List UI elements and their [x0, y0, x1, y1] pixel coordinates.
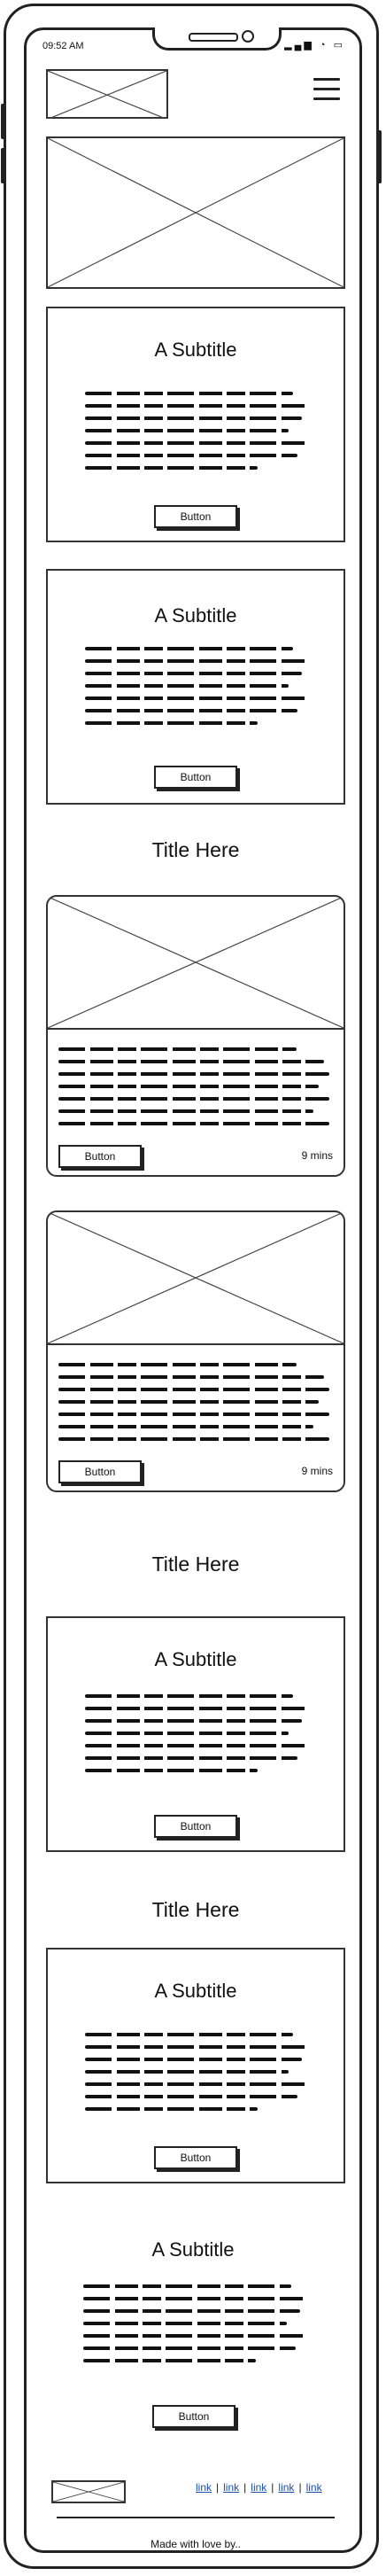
section-subtitle: A Subtitle	[151, 2238, 235, 2261]
speaker	[189, 33, 238, 42]
section-button[interactable]: Button	[152, 2405, 235, 2428]
footer-logo-placeholder[interactable]	[51, 2480, 126, 2503]
body-text	[85, 647, 306, 734]
section-title: Title Here	[151, 1553, 240, 1576]
feature-image-placeholder	[48, 897, 344, 1030]
footer-link[interactable]: link	[278, 2481, 294, 2494]
card-button[interactable]: Button	[154, 766, 237, 789]
feature-card: Button 9 mins	[46, 1210, 345, 1492]
card-subtitle: A Subtitle	[154, 1980, 237, 2002]
status-icons: ▂▄▆ ◔ ▭	[284, 40, 345, 51]
power-button	[377, 130, 382, 183]
body-text	[85, 392, 306, 479]
card-subtitle: A Subtitle	[154, 339, 237, 361]
status-time: 09:52 AM	[42, 41, 84, 51]
content-card: A Subtitle Button	[46, 307, 345, 542]
footer-link[interactable]: link	[223, 2481, 239, 2494]
card-button[interactable]: Button	[154, 2146, 237, 2169]
card-button[interactable]: Button	[154, 1815, 237, 1838]
section-title: Title Here	[151, 838, 240, 861]
feature-image-placeholder	[48, 1212, 344, 1345]
hero-image-placeholder	[46, 136, 345, 289]
duration-label: 9 mins	[301, 1149, 333, 1162]
content-card: A Subtitle Button	[46, 569, 345, 805]
phone-frame: 09:52 AM ▂▄▆ ◔ ▭ A Subtitle Button A Sub…	[1, 4, 382, 2569]
hamburger-menu-icon[interactable]	[313, 78, 340, 103]
volume-down-button	[1, 148, 5, 183]
camera	[242, 30, 254, 43]
feature-button[interactable]: Button	[58, 1145, 142, 1168]
feature-button[interactable]: Button	[58, 1460, 142, 1483]
section-title: Title Here	[151, 1898, 240, 1921]
content-card: A Subtitle Button	[46, 1948, 345, 2183]
body-text	[58, 1363, 329, 1450]
footer-links: link | link | link | link | link	[196, 2481, 322, 2494]
card-button[interactable]: Button	[154, 505, 237, 528]
body-text	[85, 1694, 306, 1781]
feature-card: Button 9 mins	[46, 895, 345, 1177]
logo-placeholder[interactable]	[46, 69, 168, 120]
card-subtitle: A Subtitle	[154, 1648, 237, 1670]
footer-link[interactable]: link	[196, 2481, 212, 2494]
body-text	[58, 1047, 329, 1134]
card-subtitle: A Subtitle	[154, 604, 237, 626]
body-text	[85, 2033, 306, 2120]
volume-up-button	[1, 104, 5, 139]
notch	[152, 27, 282, 51]
footer-tagline: Made with love by..	[151, 2538, 241, 2550]
footer-link[interactable]: link	[251, 2481, 266, 2494]
screen: 09:52 AM ▂▄▆ ◔ ▭ A Subtitle Button A Sub…	[24, 27, 362, 2553]
footer-divider	[57, 2517, 335, 2518]
content-card: A Subtitle Button	[46, 1616, 345, 1852]
footer-link[interactable]: link	[306, 2481, 322, 2494]
duration-label: 9 mins	[301, 1465, 333, 1477]
body-text	[83, 2284, 305, 2371]
